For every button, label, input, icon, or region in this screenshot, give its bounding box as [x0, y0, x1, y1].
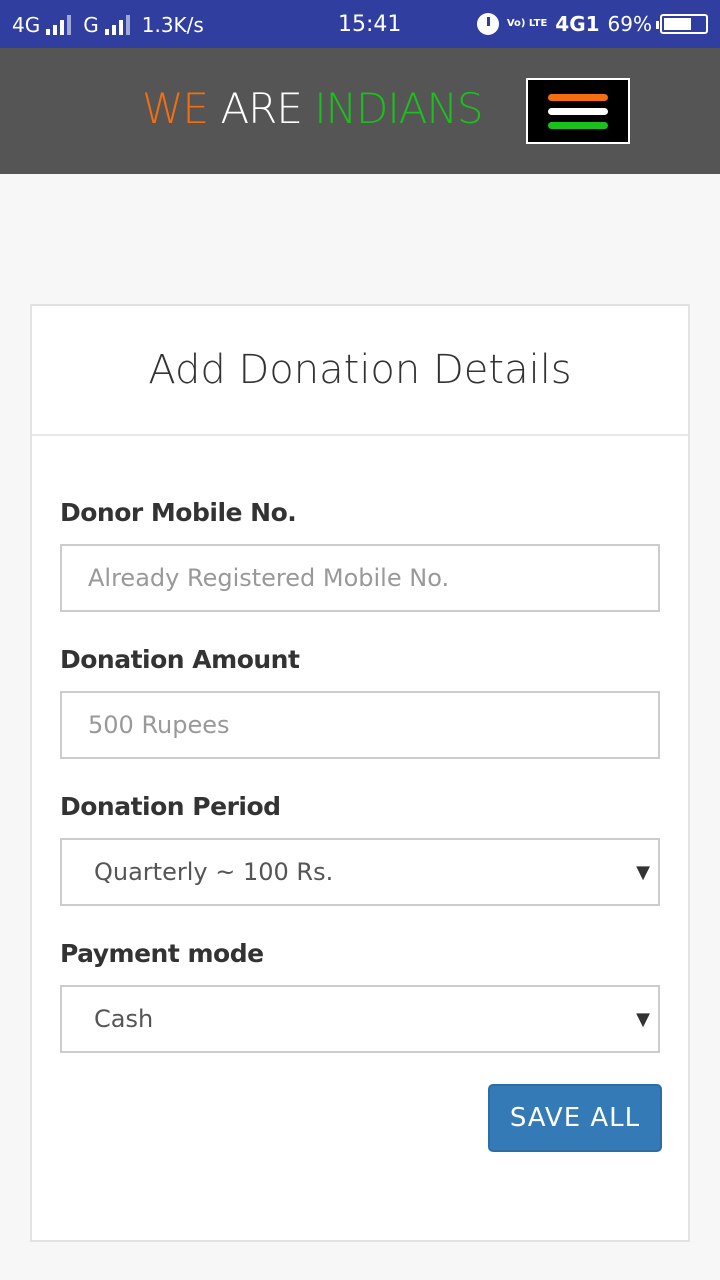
app-header: WE ARE INDIANS: [0, 48, 720, 174]
payment-select[interactable]: Cash ▼: [60, 985, 660, 1053]
brand-logo[interactable]: WE ARE INDIANS: [142, 84, 484, 133]
amount-label: Donation Amount: [60, 645, 300, 674]
mobile-label: Donor Mobile No.: [60, 498, 297, 527]
dropdown-caret-icon: ▼: [636, 862, 650, 883]
network-type-1: 4G: [12, 13, 41, 37]
alarm-icon: [476, 13, 499, 35]
battery-percent: 69%: [607, 12, 652, 36]
signal-icon: [104, 15, 130, 35]
battery-icon: [656, 14, 708, 34]
save-all-button[interactable]: SAVE ALL: [488, 1084, 662, 1152]
network-type-2: G: [83, 13, 99, 37]
donation-form-card: Add Donation Details Donor Mobile No. Al…: [30, 304, 690, 1242]
form-title: Add Donation Details: [32, 306, 688, 436]
period-value: Quarterly ~ 100 Rs.: [94, 858, 334, 886]
brand-word-2: ARE: [220, 84, 302, 133]
signal-icon: [46, 15, 72, 35]
brand-word-1: WE: [142, 84, 209, 133]
menu-bar-white: [548, 107, 608, 115]
amount-input[interactable]: 500 Rupees: [60, 691, 660, 759]
payment-value: Cash: [94, 1005, 154, 1033]
dropdown-caret-icon: ▼: [636, 1009, 650, 1030]
status-clock: 15:41: [338, 12, 402, 37]
brand-word-3: INDIANS: [314, 84, 483, 133]
hamburger-menu-icon[interactable]: [526, 78, 630, 144]
status-right: Vo) LTE 4G1 69%: [476, 12, 708, 36]
menu-bar-green: [548, 121, 608, 129]
payment-label: Payment mode: [60, 939, 264, 968]
volte-indicator: Vo) LTE: [506, 18, 548, 29]
period-select[interactable]: Quarterly ~ 100 Rs. ▼: [60, 838, 660, 906]
status-bar: 4G G 1.3K/s 15:41 Vo) LTE 4G1 69%: [0, 0, 720, 48]
network-type-3: 4G1: [555, 12, 600, 36]
network-speed: 1.3K/s: [141, 13, 204, 37]
period-label: Donation Period: [60, 792, 281, 821]
status-left: 4G G 1.3K/s: [12, 13, 204, 37]
menu-bar-saffron: [548, 93, 608, 101]
mobile-input[interactable]: Already Registered Mobile No.: [60, 544, 660, 612]
